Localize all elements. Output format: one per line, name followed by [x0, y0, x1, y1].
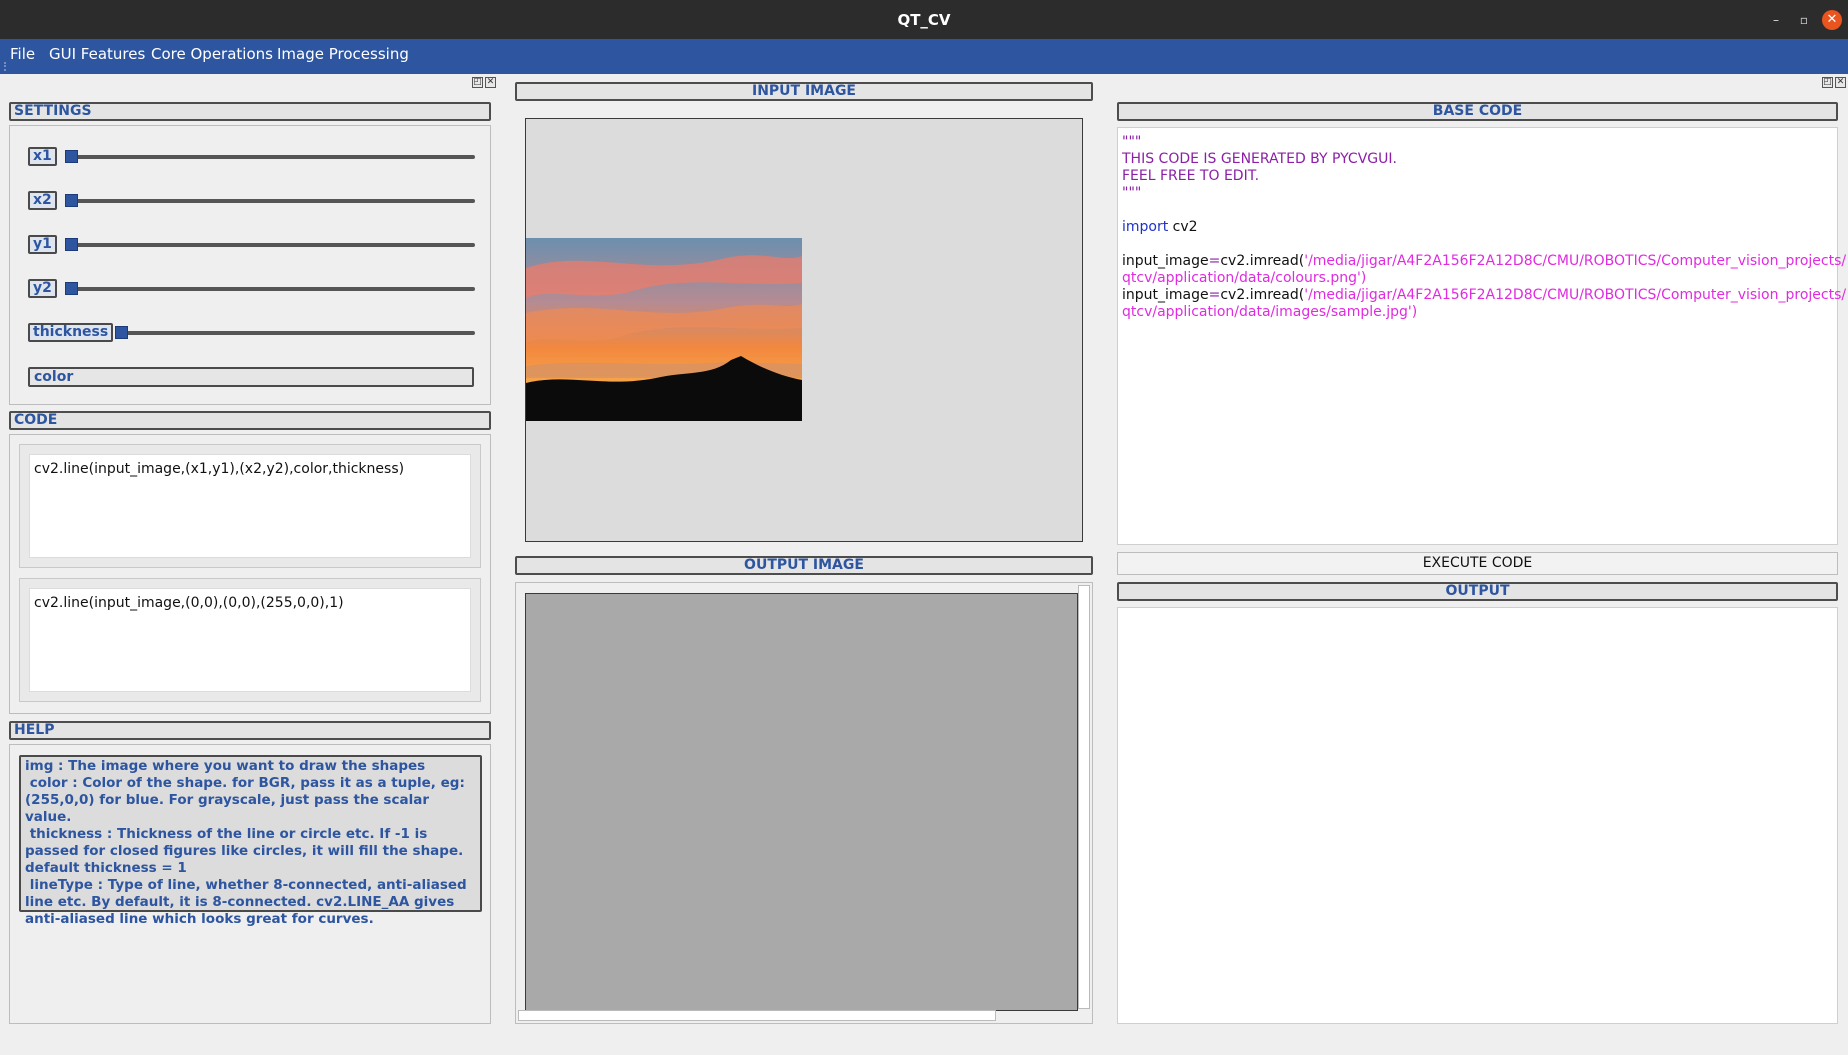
import-line: import cv2 — [1122, 219, 1198, 235]
code-panel: cv2.line(input_image,(x1,y1),(x2,y2),col… — [9, 434, 491, 714]
sunset-photo — [526, 238, 802, 421]
base-code-editor[interactable]: """ THIS CODE IS GENERATED BY PYCVGUI. F… — [1117, 127, 1847, 545]
output-text-area[interactable] — [1117, 607, 1838, 1024]
float-dock-icon[interactable]: ◰ — [1822, 77, 1833, 88]
sunset-image — [526, 238, 802, 421]
docstring-open: """ — [1122, 134, 1142, 150]
color-button[interactable]: color — [28, 367, 474, 387]
slider-track-x2[interactable] — [65, 199, 475, 203]
execute-code-button[interactable]: EXECUTE CODE — [1117, 552, 1838, 575]
maximize-icon[interactable]: ▫ — [1796, 12, 1812, 28]
right-dock-buttons: ◰ ✕ — [1822, 77, 1846, 88]
float-dock-icon[interactable]: ◰ — [472, 77, 483, 88]
slider-label-y1: y1 — [28, 235, 57, 254]
toolbar-grip-icon[interactable] — [4, 62, 7, 71]
output-image-view — [525, 593, 1078, 1011]
close-dock-icon[interactable]: ✕ — [485, 77, 496, 88]
slider-handle-y1[interactable] — [65, 238, 78, 251]
slider-track-thickness[interactable] — [115, 331, 475, 335]
imread-line-1-cont: qtcv/application/data/colours.png') — [1122, 270, 1367, 286]
slider-handle-thickness[interactable] — [115, 326, 128, 339]
help-text: img : The image where you want to draw t… — [19, 755, 482, 927]
settings-header: SETTINGS — [9, 102, 491, 121]
menu-bar: File GUI Features Core Operations Image … — [0, 39, 1848, 74]
window-title: QT_CV — [897, 11, 951, 29]
slider-label-x2: x2 — [28, 191, 57, 210]
title-bar: QT_CV – ▫ ✕ — [0, 0, 1848, 39]
slider-label-thickness: thickness — [28, 323, 114, 342]
help-panel: img : The image where you want to draw t… — [9, 744, 491, 1024]
input-image-panel — [515, 108, 1093, 546]
code-filled-frame: cv2.line(input_image,(0,0),(0,0),(255,0,… — [19, 578, 481, 702]
horizontal-scrollbar[interactable] — [518, 1010, 996, 1021]
comment-line-2: FEEL FREE TO EDIT. — [1122, 168, 1260, 184]
docstring-close: """ — [1122, 185, 1142, 201]
close-dock-icon[interactable]: ✕ — [1835, 77, 1846, 88]
output-image-panel — [515, 582, 1093, 1024]
base-code-header: BASE CODE — [1117, 102, 1838, 121]
slider-handle-x2[interactable] — [65, 194, 78, 207]
help-header: HELP — [9, 721, 491, 740]
output-header: OUTPUT — [1117, 582, 1838, 601]
output-image-header: OUTPUT IMAGE — [515, 556, 1093, 575]
code-template-field[interactable]: cv2.line(input_image,(x1,y1),(x2,y2),col… — [29, 454, 471, 558]
status-bar — [0, 1033, 1848, 1055]
menu-image-processing[interactable]: Image Processing — [277, 41, 409, 67]
code-template-frame: cv2.line(input_image,(x1,y1),(x2,y2),col… — [19, 444, 481, 568]
slider-track-x1[interactable] — [65, 155, 475, 159]
slider-track-y1[interactable] — [65, 243, 475, 247]
slider-handle-x1[interactable] — [65, 150, 78, 163]
minimize-icon[interactable]: – — [1768, 12, 1784, 28]
comment-line-1: THIS CODE IS GENERATED BY PYCVGUI. — [1122, 151, 1397, 167]
menu-core-operations[interactable]: Core Operations — [151, 41, 273, 67]
slider-track-y2[interactable] — [65, 287, 475, 291]
imread-line-1: input_image=cv2.imread('/media/jigar/A4F… — [1122, 253, 1847, 269]
vertical-scrollbar[interactable] — [1078, 585, 1090, 1009]
settings-panel: x1 x2 y1 y2 thickness color — [9, 125, 491, 405]
code-header: CODE — [9, 411, 491, 430]
input-image-view — [525, 118, 1083, 542]
slider-handle-y2[interactable] — [65, 282, 78, 295]
imread-line-2-cont: qtcv/application/data/images/sample.jpg'… — [1122, 304, 1418, 320]
slider-label-y2: y2 — [28, 279, 57, 298]
imread-line-2: input_image=cv2.imread('/media/jigar/A4F… — [1122, 287, 1847, 303]
code-filled-field[interactable]: cv2.line(input_image,(0,0),(0,0),(255,0,… — [29, 588, 471, 692]
menu-gui-features[interactable]: GUI Features — [49, 41, 145, 67]
input-image-header: INPUT IMAGE — [515, 82, 1093, 101]
slider-label-x1: x1 — [28, 147, 57, 166]
close-window-button[interactable]: ✕ — [1822, 10, 1842, 30]
left-dock-buttons: ◰ ✕ — [472, 77, 496, 88]
menu-file[interactable]: File — [10, 41, 35, 67]
